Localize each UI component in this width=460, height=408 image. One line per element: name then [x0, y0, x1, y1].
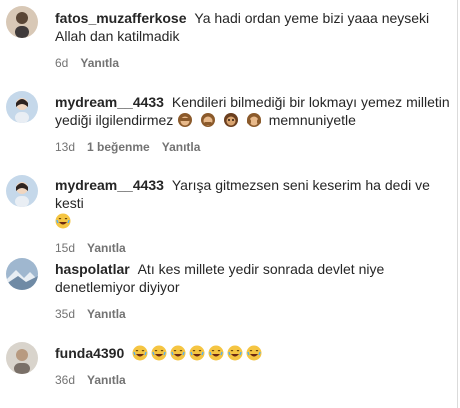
comment-meta: 35d Yanıtla [55, 306, 450, 322]
comment-time[interactable]: 13d [55, 140, 75, 154]
reply-button[interactable]: Yanıtla [80, 56, 119, 70]
laughing-face-icon [189, 345, 208, 361]
reply-button[interactable]: Yanıtla [87, 241, 126, 255]
panel-border [457, 0, 458, 408]
laughing-face-icon [208, 345, 227, 361]
laughing-face-icon [227, 345, 246, 361]
avatar[interactable] [6, 91, 38, 123]
laughing-face-icon [132, 345, 151, 361]
comment-username[interactable]: haspolatlar [55, 261, 134, 277]
comment-username[interactable]: funda4390 [55, 345, 128, 361]
comment-meta: 6d Yanıtla [55, 55, 450, 71]
laughing-face-icon [246, 345, 265, 361]
comment-time[interactable]: 35d [55, 307, 75, 321]
comment-text-after: memnuniyetle [268, 112, 356, 128]
comment-meta: 13d 1 beğenme Yanıtla [55, 139, 450, 155]
monkey-icon [223, 112, 246, 128]
laughing-face-icon [151, 345, 170, 361]
reply-button[interactable]: Yanıtla [87, 307, 126, 321]
comment-time[interactable]: 15d [55, 241, 75, 255]
comment-username[interactable]: mydream__4433 [55, 177, 168, 193]
laughing-face-icon [170, 345, 189, 361]
comment-username[interactable]: mydream__4433 [55, 94, 168, 110]
comment-meta: 15d Yanıtla [55, 240, 450, 256]
monkey-icon [177, 112, 200, 128]
laughing-face-icon [55, 213, 74, 229]
comment-username[interactable]: fatos_muzafferkose [55, 10, 190, 26]
monkey-icon [200, 112, 223, 128]
reply-button[interactable]: Yanıtla [162, 140, 201, 154]
comment-meta: 36d Yanıtla [55, 372, 450, 388]
monkey-icon [246, 112, 269, 128]
avatar[interactable] [6, 258, 38, 290]
avatar[interactable] [6, 175, 38, 207]
avatar[interactable] [6, 342, 38, 374]
reply-button[interactable]: Yanıtla [87, 373, 126, 387]
avatar[interactable] [6, 6, 38, 38]
comment-time[interactable]: 36d [55, 373, 75, 387]
comment-time[interactable]: 6d [55, 56, 68, 70]
likes-count[interactable]: 1 beğenme [87, 140, 150, 154]
